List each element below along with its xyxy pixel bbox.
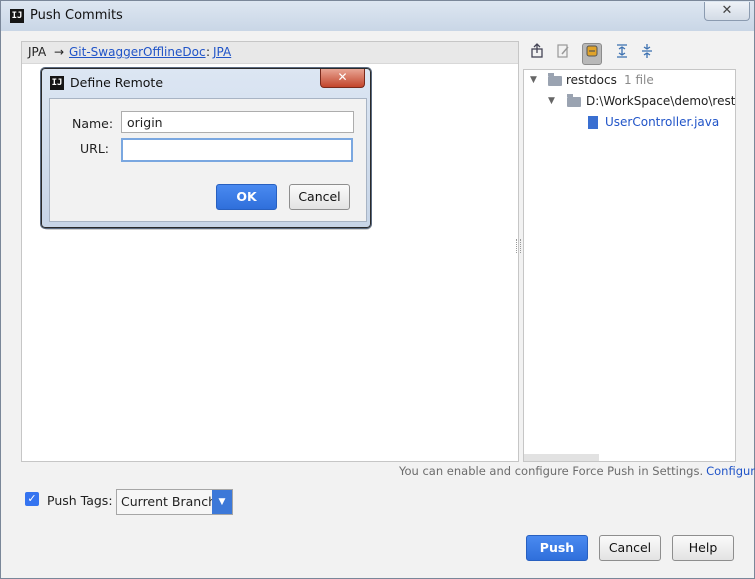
branch-separator: :	[206, 45, 211, 59]
url-field[interactable]	[121, 138, 353, 162]
group-by-module-icon[interactable]	[582, 43, 602, 65]
horizontal-scrollbar[interactable]	[524, 454, 599, 461]
tree-root-row[interactable]: ▼ restdocs 1 file	[524, 72, 734, 90]
push-tags-label: Push Tags:	[47, 493, 113, 508]
file-name: UserController.java	[605, 115, 720, 129]
tree-file-row[interactable]: UserController.java	[524, 114, 734, 132]
window-title: Push Commits	[30, 8, 123, 23]
expand-all-icon[interactable]	[612, 43, 632, 63]
folder-icon	[567, 94, 581, 107]
arrow-icon: →	[54, 45, 65, 59]
changes-toolbar	[527, 41, 741, 65]
force-push-text: You can enable and configure Force Push …	[399, 464, 704, 478]
tree-folder-row[interactable]: ▼ D:\WorkSpace\demo\rest	[524, 93, 736, 111]
dialog-body: Name: origin URL: OK Cancel	[49, 98, 367, 222]
panel-splitter-handle[interactable]	[516, 239, 521, 253]
intellij-app-icon: IJ	[50, 76, 64, 90]
name-field[interactable]: origin	[121, 111, 354, 133]
branch-row[interactable]: JPA → Git-SwaggerOfflineDoc : JPA	[22, 42, 518, 64]
changed-files-tree: ▼ restdocs 1 file ▼ D:\WorkSpace\demo\re…	[523, 69, 736, 462]
remote-link[interactable]: Git-SwaggerOfflineDoc	[69, 45, 206, 59]
name-label: Name:	[72, 116, 114, 131]
folder-path: D:\WorkSpace\demo\rest	[586, 94, 736, 108]
file-count: 1 file	[624, 73, 654, 87]
local-branch-label: JPA	[28, 45, 47, 59]
intellij-app-icon: IJ	[10, 9, 24, 23]
collapse-all-icon[interactable]	[637, 43, 657, 63]
push-tags-dropdown[interactable]: Current Branch ▼	[116, 489, 233, 515]
edit-source-icon[interactable]	[553, 43, 573, 63]
dialog-close-button[interactable]: ✕	[320, 69, 365, 88]
push-button[interactable]: Push	[526, 535, 588, 561]
java-file-icon	[588, 116, 598, 129]
chevron-down-icon[interactable]: ▼	[212, 490, 232, 514]
define-remote-dialog: IJ Define Remote ✕ Name: origin URL: OK …	[40, 67, 372, 229]
root-label: restdocs	[566, 73, 617, 87]
push-tags-selected: Current Branch	[121, 494, 217, 509]
dialog-cancel-button[interactable]: Cancel	[289, 184, 350, 210]
expand-arrow-icon[interactable]: ▼	[548, 96, 555, 106]
ok-button[interactable]: OK	[216, 184, 277, 210]
module-folder-icon	[548, 73, 562, 86]
push-tags-checkbox[interactable]: ✓	[25, 492, 39, 506]
vcs-push-icon[interactable]	[527, 43, 547, 63]
target-branch-link[interactable]: JPA	[213, 45, 231, 59]
configure-link[interactable]: Configure	[706, 464, 755, 478]
window-close-button[interactable]: ✕	[704, 2, 750, 21]
force-push-note: You can enable and configure Force Push …	[399, 464, 755, 478]
expand-arrow-icon[interactable]: ▼	[530, 75, 537, 85]
cancel-button[interactable]: Cancel	[599, 535, 661, 561]
help-button[interactable]: Help	[672, 535, 734, 561]
url-label: URL:	[80, 141, 110, 156]
dialog-title: Define Remote	[70, 75, 164, 90]
title-bar[interactable]: IJ Push Commits ✕	[1, 1, 754, 31]
